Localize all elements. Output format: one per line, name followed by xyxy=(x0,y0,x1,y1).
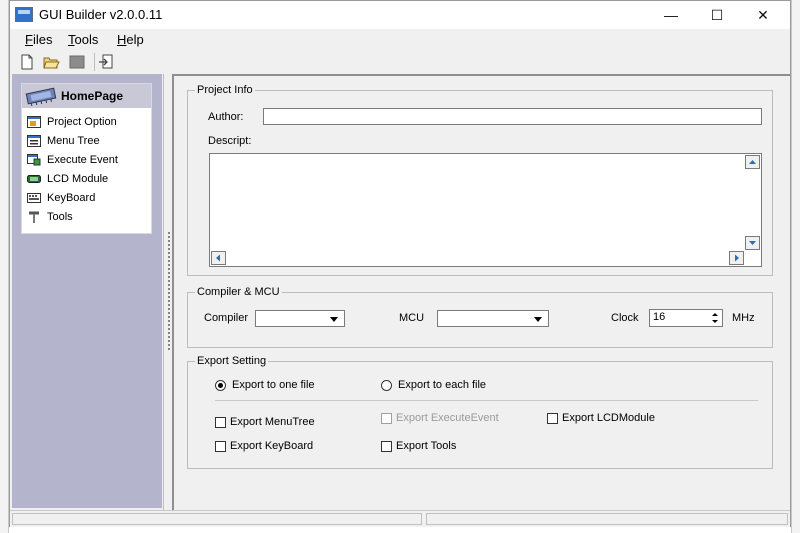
compiler-mcu-legend: Compiler & MCU xyxy=(195,286,282,298)
export-setting-group: Export Setting Export to one file Export… xyxy=(187,355,773,469)
navigation-panel: HomePage Project Option Menu Tree Execut… xyxy=(10,74,164,510)
export-each-file-radio[interactable] xyxy=(381,380,392,391)
title-bar[interactable]: GUI Builder v2.0.0.11 — ☐ ✕ xyxy=(10,1,790,29)
status-pane-left xyxy=(12,513,422,525)
arrow-up-icon xyxy=(749,160,756,164)
export-icon[interactable] xyxy=(94,53,113,71)
navigation-background: HomePage Project Option Menu Tree Execut… xyxy=(12,74,162,508)
tools-icon xyxy=(27,211,41,223)
nav-item-label: KeyBoard xyxy=(47,192,96,204)
close-button[interactable]: ✕ xyxy=(740,1,786,29)
scroll-left-button[interactable] xyxy=(211,251,226,265)
scroll-down-button[interactable] xyxy=(745,236,760,250)
nav-item-label: Menu Tree xyxy=(47,135,100,147)
arrow-right-icon xyxy=(735,254,739,262)
menu-bar: Files Tools Help xyxy=(10,29,790,51)
window-title: GUI Builder v2.0.0.11 xyxy=(39,7,163,22)
export-tools-checkbox[interactable] xyxy=(381,441,392,452)
homepage-chip-icon xyxy=(24,86,58,107)
maximize-button[interactable]: ☐ xyxy=(694,1,740,29)
nav-item-execute-event[interactable]: Execute Event xyxy=(22,151,151,170)
export-one-file-radio[interactable] xyxy=(215,380,226,391)
export-keyboard-checkbox[interactable] xyxy=(215,441,226,452)
export-keyboard-label[interactable]: Export KeyBoard xyxy=(230,440,313,452)
menu-help[interactable]: Help xyxy=(117,32,144,47)
background-window-right xyxy=(791,0,800,533)
nav-item-label: Project Option xyxy=(47,116,117,128)
project-info-group: Project Info Author: Descript: xyxy=(187,84,773,276)
export-lcdmodule-label[interactable]: Export LCDModule xyxy=(562,412,655,424)
menu-tools[interactable]: Tools xyxy=(68,32,98,47)
keyboard-icon xyxy=(27,192,41,204)
clock-value: 16 xyxy=(653,311,666,323)
main-content: Project Info Author: Descript: Compiler … xyxy=(172,74,790,510)
maximize-icon: ☐ xyxy=(710,7,724,23)
menu-tree-icon xyxy=(27,135,41,147)
app-window: GUI Builder v2.0.0.11 — ☐ ✕ Files Tools … xyxy=(9,0,791,527)
clock-unit-label: MHz xyxy=(732,312,755,324)
compiler-mcu-group: Compiler & MCU Compiler MCU Clock 16 MHz xyxy=(187,286,773,348)
splitter-handle[interactable] xyxy=(167,231,171,351)
chevron-down-icon xyxy=(534,317,542,322)
project-option-icon xyxy=(27,116,41,128)
export-one-file-label[interactable]: Export to one file xyxy=(232,379,315,391)
menu-files[interactable]: Files xyxy=(25,32,52,47)
status-bar xyxy=(10,510,790,527)
project-info-legend: Project Info xyxy=(195,84,255,96)
minimize-button[interactable]: — xyxy=(648,1,694,29)
nav-item-label: Execute Event xyxy=(47,154,118,166)
background-window-left xyxy=(0,0,9,533)
app-icon xyxy=(15,7,33,22)
nav-item-lcd-module[interactable]: LCD Module xyxy=(22,170,151,189)
save-icon[interactable] xyxy=(68,53,86,71)
export-each-file-label[interactable]: Export to each file xyxy=(398,379,486,391)
export-menutree-checkbox[interactable] xyxy=(215,417,226,428)
nav-item-label: Tools xyxy=(47,211,73,223)
descript-label: Descript: xyxy=(208,135,252,147)
nav-item-keyboard[interactable]: KeyBoard xyxy=(22,189,151,208)
descript-textarea[interactable] xyxy=(209,153,762,267)
clock-label: Clock xyxy=(611,312,639,324)
export-executeevent-label: Export ExecuteEvent xyxy=(396,412,499,424)
author-label: Author: xyxy=(208,111,244,123)
navigation-list: HomePage Project Option Menu Tree Execut… xyxy=(21,83,152,234)
nav-item-project-option[interactable]: Project Option xyxy=(22,113,151,132)
spin-arrows-icon[interactable] xyxy=(710,311,720,325)
arrow-down-icon xyxy=(749,241,756,245)
mcu-select[interactable] xyxy=(437,310,549,327)
execute-event-icon xyxy=(27,154,41,166)
open-folder-icon[interactable] xyxy=(42,53,60,71)
export-menutree-label[interactable]: Export MenuTree xyxy=(230,416,315,428)
export-tools-label[interactable]: Export Tools xyxy=(396,440,456,452)
nav-item-tools[interactable]: Tools xyxy=(22,208,151,227)
lcd-module-icon xyxy=(27,173,41,185)
chevron-down-icon xyxy=(330,317,338,322)
export-setting-legend: Export Setting xyxy=(195,355,269,367)
export-executeevent-checkbox xyxy=(381,413,392,424)
nav-item-label: LCD Module xyxy=(47,173,109,185)
divider xyxy=(215,400,758,401)
nav-header-label: HomePage xyxy=(61,89,124,103)
author-input[interactable] xyxy=(263,108,762,125)
export-lcdmodule-checkbox[interactable] xyxy=(547,413,558,424)
toolbar xyxy=(10,51,790,73)
minimize-icon: — xyxy=(664,7,678,23)
close-icon: ✕ xyxy=(757,7,769,23)
scroll-right-button[interactable] xyxy=(729,251,744,265)
nav-item-menu-tree[interactable]: Menu Tree xyxy=(22,132,151,151)
nav-header[interactable]: HomePage xyxy=(22,84,151,108)
status-pane-right xyxy=(426,513,788,525)
mcu-label: MCU xyxy=(399,312,425,324)
scroll-up-button[interactable] xyxy=(745,155,760,169)
compiler-select[interactable] xyxy=(255,310,345,327)
compiler-label: Compiler xyxy=(204,312,249,324)
arrow-left-icon xyxy=(216,254,220,262)
clock-spinbox[interactable]: 16 xyxy=(649,309,723,327)
new-file-icon[interactable] xyxy=(18,53,36,71)
